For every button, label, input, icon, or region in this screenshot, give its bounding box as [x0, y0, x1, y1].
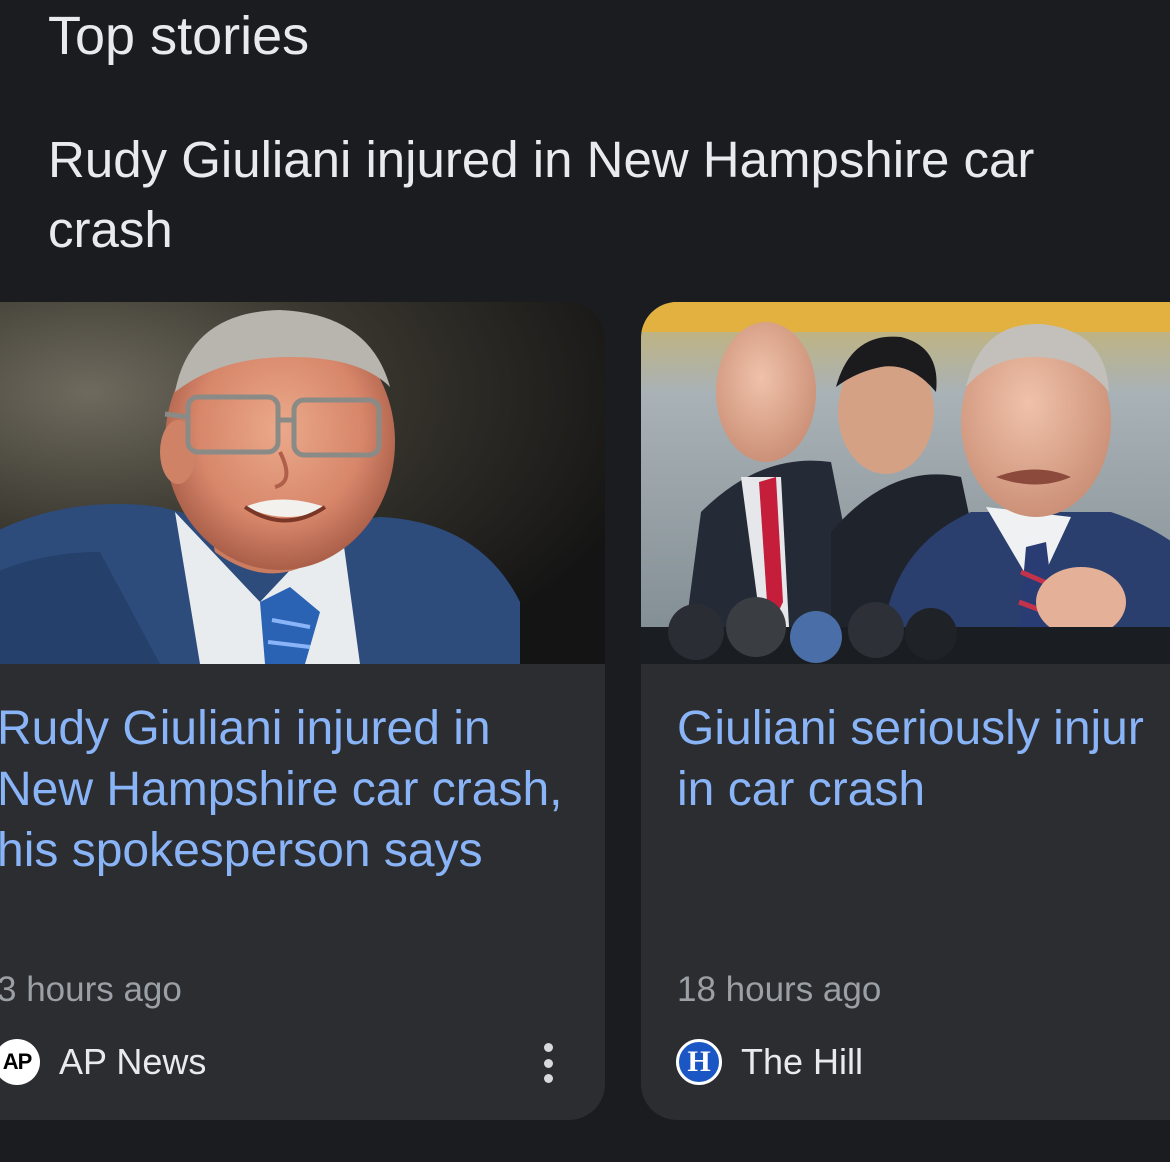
- more-vertical-icon-dot: [543, 1074, 553, 1083]
- thumbnail-image: [641, 302, 1170, 664]
- source-name: The Hill: [741, 1041, 864, 1082]
- story-source: AP AP News: [0, 1038, 206, 1086]
- story-timestamp: 18 hours ago: [677, 970, 882, 1009]
- story-title-line-1: Giuliani seriously injur: [677, 702, 1144, 755]
- top-stories-page: Top stories Rudy Giuliani injured in New…: [0, 0, 1170, 1162]
- story-card-ap-news[interactable]: Rudy Giuliani injured in New Hampshire c…: [0, 302, 605, 1120]
- story-timestamp: 3 hours ago: [0, 970, 182, 1009]
- cluster-headline[interactable]: Rudy Giuliani injured in New Hampshire c…: [48, 125, 1148, 265]
- story-title-line-2: in car crash: [677, 763, 926, 816]
- more-vertical-icon: [543, 1043, 553, 1052]
- story-source: H The Hill: [676, 1038, 863, 1086]
- section-title: Top stories: [48, 6, 310, 66]
- story-title[interactable]: Rudy Giuliani injured in New Hampshire c…: [0, 698, 567, 881]
- story-thumbnail-giuliani-portrait[interactable]: [0, 302, 605, 664]
- ap-news-logo-icon: AP: [0, 1039, 40, 1085]
- the-hill-logo-icon: H: [676, 1039, 722, 1085]
- story-title[interactable]: Giuliani seriously injur in car crash: [677, 698, 1170, 820]
- source-name: AP News: [59, 1041, 207, 1082]
- story-thumbnail-giuliani-press[interactable]: [641, 302, 1170, 664]
- more-vertical-icon-dot: [543, 1058, 553, 1068]
- thumbnail-image: [0, 302, 605, 664]
- more-options-button[interactable]: [530, 1037, 566, 1089]
- story-card-the-hill[interactable]: Giuliani seriously injur in car crash 18…: [641, 302, 1170, 1120]
